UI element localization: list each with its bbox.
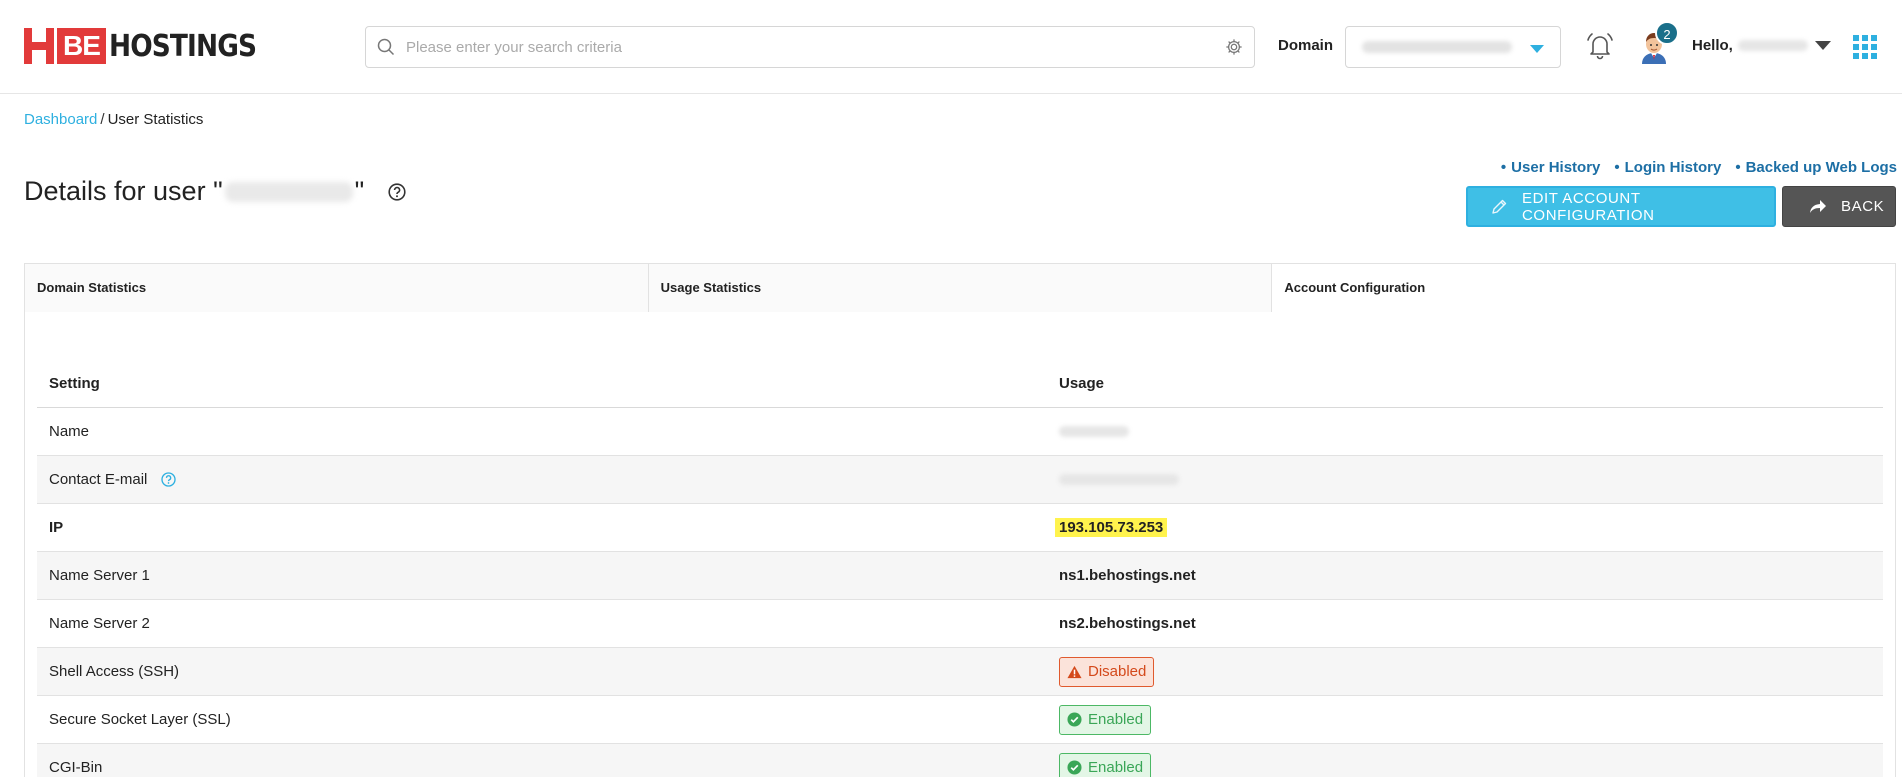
table-row: CGI-Bin Enabled xyxy=(37,744,1883,777)
table-row: Name Server 2 ns2.behostings.net xyxy=(37,600,1883,648)
share-arrow-icon xyxy=(1809,199,1827,215)
edit-button-label: EDIT ACCOUNT CONFIGURATION xyxy=(1522,189,1655,224)
setting-cgi-bin: CGI-Bin xyxy=(49,759,103,776)
table-row: Secure Socket Layer (SSL) Enabled xyxy=(37,696,1883,744)
user-history-link[interactable]: User History xyxy=(1501,159,1600,176)
usage-cell: 193.105.73.253 xyxy=(1055,518,1883,537)
setting-ssl: Secure Socket Layer (SSL) xyxy=(49,711,231,728)
domain-value-redacted xyxy=(1362,41,1512,53)
domain-label: Domain xyxy=(1278,37,1334,54)
name-server-1-value: ns1.behostings.net xyxy=(1059,567,1196,584)
usage-cell xyxy=(1059,426,1883,437)
setting-contact-email: Contact E-mail xyxy=(49,471,148,488)
ssl-status-text: Enabled xyxy=(1088,711,1144,728)
logo-text: HOSTINGS xyxy=(108,28,257,64)
tab-domain-statistics[interactable]: Domain Statistics xyxy=(25,264,649,312)
title-suffix: " xyxy=(354,176,365,206)
table-row: Name xyxy=(37,408,1883,456)
column-header-usage: Usage xyxy=(1059,375,1105,392)
page-title: Details for user " " xyxy=(24,176,364,207)
search-settings-gear-icon[interactable] xyxy=(1214,38,1254,56)
account-configuration-table: Setting Usage Name Contact E-mail IP 193… xyxy=(37,360,1883,777)
back-button-label: BACK xyxy=(1841,198,1885,215)
table-header-row: Setting Usage xyxy=(37,360,1883,408)
pencil-icon xyxy=(1490,198,1508,216)
check-circle-icon xyxy=(1067,712,1082,727)
setting-shell-access: Shell Access (SSH) xyxy=(49,663,180,680)
search-input[interactable] xyxy=(406,38,1214,56)
user-menu-chevron-down-icon[interactable] xyxy=(1815,41,1831,50)
question-help-icon[interactable] xyxy=(388,183,406,205)
table-row: IP 193.105.73.253 xyxy=(37,504,1883,552)
contact-email-help-icon[interactable] xyxy=(161,472,177,487)
name-value-redacted xyxy=(1059,426,1129,437)
column-header-setting: Setting xyxy=(49,375,100,392)
usage-cell xyxy=(1059,474,1883,485)
search-bar xyxy=(365,26,1255,68)
username-redacted xyxy=(1738,40,1808,51)
logo-brand: BE xyxy=(57,28,106,64)
breadcrumb-current: User Statistics xyxy=(107,111,204,128)
setting-cell: Contact E-mail xyxy=(37,471,1059,488)
cgi-bin-status-text: Enabled xyxy=(1088,759,1144,776)
domain-select[interactable] xyxy=(1345,26,1561,68)
setting-name-server-2: Name Server 2 xyxy=(49,615,150,632)
status-badge-enabled: Enabled xyxy=(1059,752,1152,777)
usage-cell: Enabled xyxy=(1059,752,1883,777)
table-row: Name Server 1 ns1.behostings.net xyxy=(37,552,1883,600)
setting-name-server-1: Name Server 1 xyxy=(49,567,150,584)
name-server-2-value: ns2.behostings.net xyxy=(1059,615,1196,632)
title-prefix: Details for user " xyxy=(24,176,223,206)
tab-account-configuration[interactable]: Account Configuration xyxy=(1272,264,1896,313)
back-button[interactable]: BACK xyxy=(1782,186,1896,227)
top-header: BE HOSTINGS Domain 2 Hello, xyxy=(0,0,1902,94)
ssh-status-text: Disabled xyxy=(1088,663,1147,680)
search-icon xyxy=(366,38,406,56)
apps-grid-icon[interactable] xyxy=(1853,35,1877,59)
usage-cell: Disabled xyxy=(1059,656,1883,687)
setting-ip: IP xyxy=(49,519,64,536)
statistics-tabs: Domain Statistics Usage Statistics Accou… xyxy=(24,263,1896,313)
chevron-down-icon xyxy=(1530,45,1544,53)
user-links: User History Login History Backed up Web… xyxy=(1501,159,1897,176)
notification-badge: 2 xyxy=(1655,21,1679,45)
tab-usage-statistics[interactable]: Usage Statistics xyxy=(648,264,1273,312)
email-value-redacted xyxy=(1059,474,1179,485)
breadcrumb: Dashboard / User Statistics xyxy=(24,111,203,128)
username-redacted xyxy=(224,181,353,202)
status-badge-enabled: Enabled xyxy=(1059,704,1152,735)
ip-value: 193.105.73.253 xyxy=(1055,518,1168,537)
login-history-link[interactable]: Login History xyxy=(1614,159,1722,176)
edit-account-configuration-button[interactable]: EDIT ACCOUNT CONFIGURATION xyxy=(1466,186,1776,227)
status-badge-disabled: Disabled xyxy=(1059,656,1155,687)
table-row: Contact E-mail xyxy=(37,456,1883,504)
check-circle-icon xyxy=(1067,760,1082,775)
usage-cell: Enabled xyxy=(1059,704,1883,735)
backed-up-web-logs-link[interactable]: Backed up Web Logs xyxy=(1735,159,1897,176)
greeting-text: Hello, xyxy=(1692,37,1733,54)
breadcrumb-dashboard-link[interactable]: Dashboard xyxy=(24,111,97,128)
setting-name: Name xyxy=(49,423,90,440)
logo-h-mark xyxy=(24,28,54,64)
behostings-logo[interactable]: BE HOSTINGS xyxy=(24,28,276,64)
notifications-bell-icon[interactable] xyxy=(1584,30,1616,66)
warning-icon xyxy=(1067,665,1082,679)
breadcrumb-separator: / xyxy=(100,111,105,128)
table-row: Shell Access (SSH) Disabled xyxy=(37,648,1883,696)
